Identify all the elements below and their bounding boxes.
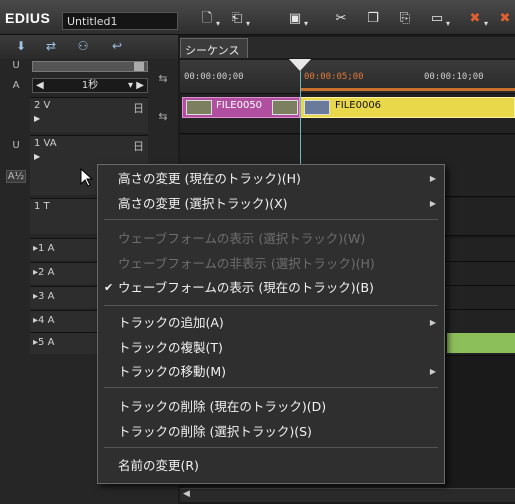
timecode-label: 00:00:10;00 bbox=[424, 72, 484, 82]
menu-item-delete-track-selected[interactable]: トラックの削除 (選択トラック)(S) bbox=[98, 420, 444, 444]
timecode-label: 00:00:00;00 bbox=[184, 72, 244, 82]
chevron-right-icon[interactable]: ▶ bbox=[136, 79, 144, 92]
track-name: 2 V bbox=[34, 100, 51, 111]
track-name: ▸5 A bbox=[33, 337, 55, 348]
tab-sequence-1[interactable]: シーケンス1 bbox=[180, 38, 248, 71]
ripple-delete-icon[interactable]: ✖ bbox=[496, 11, 514, 27]
chevron-left-icon[interactable]: ◀ bbox=[36, 79, 44, 92]
track-lock-icon[interactable]: 日 bbox=[133, 100, 144, 116]
menu-item-label: 高さの変更 (現在のトラック)(H) bbox=[118, 171, 301, 186]
audio-patch-icon[interactable]: A½ bbox=[6, 170, 26, 183]
horizontal-scrollbar[interactable]: ◀ bbox=[180, 488, 515, 502]
menu-item-hide-waveform-selected: ウェーブフォームの非表示 (選択トラック)(H) bbox=[98, 252, 444, 276]
audio-clip[interactable] bbox=[447, 333, 515, 353]
save-dropdown-icon[interactable]: ▾ bbox=[304, 20, 312, 28]
paste-icon[interactable]: ⎘ bbox=[396, 11, 414, 27]
track-name: ▸4 A bbox=[33, 315, 55, 326]
track-context-menu: 高さの変更 (現在のトラック)(H) ▶ 高さの変更 (選択トラック)(X) ▶… bbox=[97, 164, 445, 484]
save-icon[interactable]: ▣ bbox=[286, 11, 304, 27]
sync-mode-icon[interactable]: ⇄ bbox=[40, 38, 62, 54]
menu-item-add-track[interactable]: トラックの追加(A) ▶ bbox=[98, 311, 444, 335]
zoom-slider[interactable] bbox=[32, 61, 148, 72]
menu-item-label: ウェーブフォームの非表示 (選択トラック)(H) bbox=[118, 256, 375, 271]
mouse-cursor-icon bbox=[80, 168, 94, 187]
open-dropdown-icon[interactable]: ▾ bbox=[246, 20, 254, 28]
open-icon[interactable]: ⎗ bbox=[228, 11, 246, 27]
insert-mode-icon[interactable]: ⬇ bbox=[10, 38, 32, 54]
group-mode-icon[interactable]: ↩ bbox=[106, 38, 128, 54]
menu-item-label: トラックの追加(A) bbox=[118, 315, 224, 330]
track-name: ▸2 A bbox=[33, 267, 55, 278]
clip-label: FILE0006 bbox=[335, 100, 382, 111]
layout-icon[interactable]: ▭ bbox=[428, 11, 446, 27]
delete-dropdown-icon[interactable]: ▾ bbox=[484, 20, 492, 28]
clip-thumbnail bbox=[304, 100, 330, 115]
chevron-down-icon[interactable]: ▾ bbox=[128, 79, 133, 92]
menu-item-duplicate-track[interactable]: トラックの複製(T) bbox=[98, 336, 444, 360]
clip-thumbnail bbox=[272, 100, 298, 115]
cut-icon[interactable]: ✂ bbox=[332, 11, 350, 27]
track-header-2v[interactable]: 2 V 日 ▶ bbox=[30, 97, 148, 133]
timescale-value: 1秒 bbox=[81, 80, 99, 91]
project-name-field[interactable]: Untitled1 bbox=[62, 12, 178, 30]
track-sync-icon[interactable]: ⇆ bbox=[150, 110, 176, 123]
playhead-marker[interactable] bbox=[289, 59, 311, 71]
track-lock-icon[interactable]: 日 bbox=[133, 138, 144, 154]
menu-item-show-waveform-selected: ウェーブフォームの表示 (選択トラック)(W) bbox=[98, 227, 444, 251]
scroll-left-icon[interactable]: ◀ bbox=[183, 489, 190, 499]
expand-arrow-icon[interactable]: ▶ bbox=[34, 114, 40, 123]
layout-dropdown-icon[interactable]: ▾ bbox=[446, 20, 454, 28]
menu-separator bbox=[104, 219, 438, 220]
menu-item-label: トラックの削除 (選択トラック)(S) bbox=[118, 424, 312, 439]
track-name: 1 VA bbox=[34, 138, 57, 149]
video-patch-icon[interactable]: U bbox=[6, 140, 26, 151]
clip-file0006[interactable] bbox=[300, 97, 515, 118]
submenu-arrow-icon: ▶ bbox=[429, 367, 436, 376]
video-lock-label[interactable]: U bbox=[6, 60, 26, 71]
track-name: ▸3 A bbox=[33, 291, 55, 302]
new-dropdown-icon[interactable]: ▾ bbox=[216, 20, 224, 28]
menu-item-label: ウェーブフォームの表示 (選択トラック)(W) bbox=[118, 231, 366, 246]
expand-arrow-icon[interactable]: ▶ bbox=[34, 152, 40, 161]
delete-icon[interactable]: ✖ bbox=[466, 11, 484, 27]
clip-thumbnail bbox=[186, 100, 212, 115]
menu-item-show-waveform-current[interactable]: ✔ ウェーブフォームの表示 (現在のトラック)(B) bbox=[98, 276, 444, 300]
menu-item-label: ウェーブフォームの表示 (現在のトラック)(B) bbox=[118, 280, 374, 295]
menu-separator bbox=[104, 387, 438, 388]
menu-separator bbox=[104, 305, 438, 306]
menu-item-rename[interactable]: 名前の変更(R) bbox=[98, 454, 444, 478]
menu-item-label: トラックの削除 (現在のトラック)(D) bbox=[118, 399, 327, 414]
app-logo: EDIUS bbox=[5, 10, 51, 26]
menu-item-delete-track-current[interactable]: トラックの削除 (現在のトラック)(D) bbox=[98, 395, 444, 419]
new-icon[interactable]: 🗋 bbox=[198, 11, 216, 27]
in-out-range-bar bbox=[300, 88, 515, 91]
menu-item-height-selected[interactable]: 高さの変更 (選択トラック)(X) ▶ bbox=[98, 192, 444, 216]
clip-label: FILE0050 bbox=[216, 100, 263, 111]
menu-item-label: 高さの変更 (選択トラック)(X) bbox=[118, 196, 288, 211]
track-name: ▸1 A bbox=[33, 243, 55, 254]
track-name: 1 T bbox=[34, 201, 50, 212]
menu-item-label: トラックの移動(M) bbox=[118, 364, 227, 379]
link-mode-icon[interactable]: ⚇ bbox=[72, 38, 94, 54]
scroll-sync-icon[interactable]: ⇆ bbox=[150, 72, 176, 85]
audio-lock-label[interactable]: A bbox=[6, 80, 26, 91]
zoom-slider-handle[interactable] bbox=[134, 62, 144, 71]
menu-item-height-current[interactable]: 高さの変更 (現在のトラック)(H) ▶ bbox=[98, 167, 444, 191]
menu-item-move-track[interactable]: トラックの移動(M) ▶ bbox=[98, 360, 444, 384]
checkmark-icon: ✔ bbox=[104, 281, 114, 294]
menu-separator bbox=[104, 447, 438, 448]
timescale-select[interactable]: ◀ 1秒 ▾ ▶ bbox=[32, 78, 148, 93]
submenu-arrow-icon: ▶ bbox=[429, 318, 436, 327]
menu-item-label: 名前の変更(R) bbox=[118, 458, 199, 473]
copy-icon[interactable]: ❐ bbox=[364, 11, 382, 27]
menu-item-label: トラックの複製(T) bbox=[118, 340, 223, 355]
timecode-label: 00:00:05;00 bbox=[304, 72, 364, 82]
submenu-arrow-icon: ▶ bbox=[429, 199, 436, 208]
submenu-arrow-icon: ▶ bbox=[429, 174, 436, 183]
